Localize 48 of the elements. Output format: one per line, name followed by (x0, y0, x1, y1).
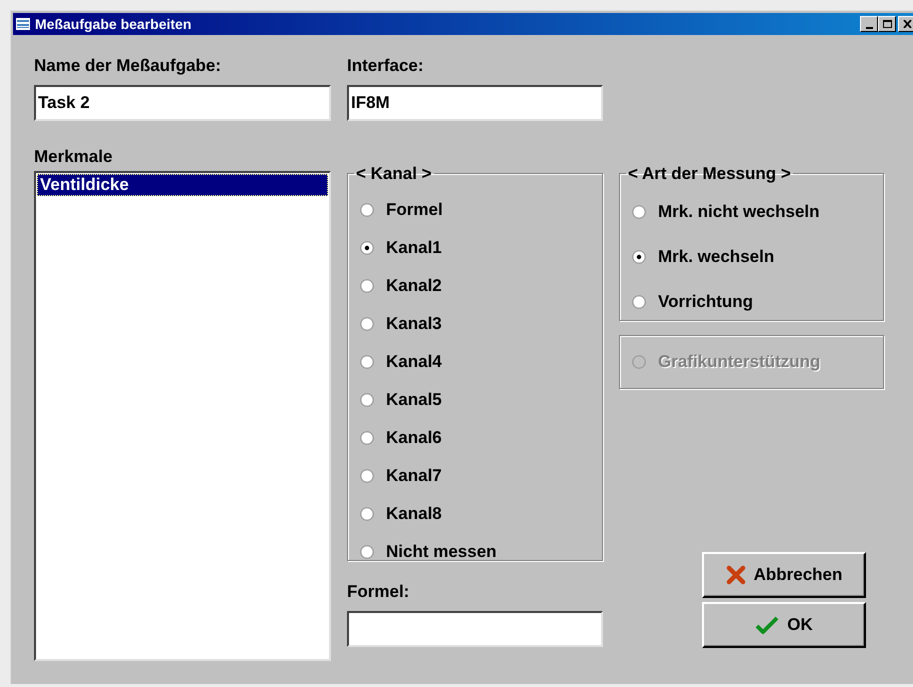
radio-label: Mrk. wechseln (658, 246, 774, 268)
radio-button[interactable] (360, 544, 374, 558)
window-title: Meßaufgabe bearbeiten (35, 14, 192, 34)
radio-label: Kanal2 (386, 274, 442, 297)
radio-label: Vorrichtung (658, 290, 754, 313)
list-label: Merkmale (34, 146, 114, 166)
minimize-button[interactable] (860, 16, 878, 32)
radio-button[interactable] (360, 316, 374, 330)
radio-button[interactable] (360, 354, 374, 368)
close-button[interactable] (898, 16, 913, 32)
field-label: Interface: (347, 55, 425, 75)
field-label: Name der Meßaufgabe: (34, 55, 222, 75)
radio-button[interactable] (360, 278, 374, 292)
radio-button[interactable] (360, 430, 374, 444)
radio-button[interactable] (360, 506, 374, 520)
cross-icon (726, 565, 746, 585)
ok-button[interactable]: OK (702, 602, 866, 648)
group-title: < Art der Messung > (627, 163, 792, 185)
group-title: < Kanal > (355, 163, 433, 185)
close-icon (902, 20, 912, 28)
radio-label: Grafikunterstützung (658, 351, 820, 374)
merkmale-list[interactable]: Ventildicke (34, 171, 331, 661)
maximize-button[interactable] (878, 16, 896, 32)
radio-label: Kanal4 (386, 350, 442, 373)
radio-label: Kanal5 (386, 388, 442, 411)
radio-label: Mrk. nicht wechseln (658, 200, 820, 223)
radio-label: Kanal8 (386, 502, 442, 525)
interface-field[interactable]: IF8M (347, 85, 603, 121)
radio-button[interactable] (360, 392, 374, 406)
radio-label: Nicht messen (386, 540, 497, 563)
radio-label: Formel (386, 198, 443, 221)
radio-button[interactable] (632, 294, 646, 308)
radio-button[interactable] (360, 202, 374, 216)
radio-label: Kanal3 (386, 312, 442, 335)
checkmark-icon (755, 615, 780, 635)
name-field[interactable]: Task 2 (34, 85, 331, 121)
radio-label: Kanal7 (386, 464, 442, 487)
radio-button[interactable] (360, 468, 374, 482)
radio-label: Kanal6 (386, 426, 442, 449)
formel-field[interactable] (347, 611, 603, 647)
radio-button[interactable] (632, 250, 646, 264)
radio-button[interactable] (632, 204, 646, 218)
window-icon (15, 17, 31, 31)
field-label: Formel: (347, 581, 410, 601)
list-item[interactable]: Ventildicke (37, 174, 328, 196)
radio-label: Kanal1 (386, 236, 442, 259)
radio-button[interactable] (360, 240, 374, 254)
cancel-button[interactable]: Abbrechen (702, 552, 866, 598)
